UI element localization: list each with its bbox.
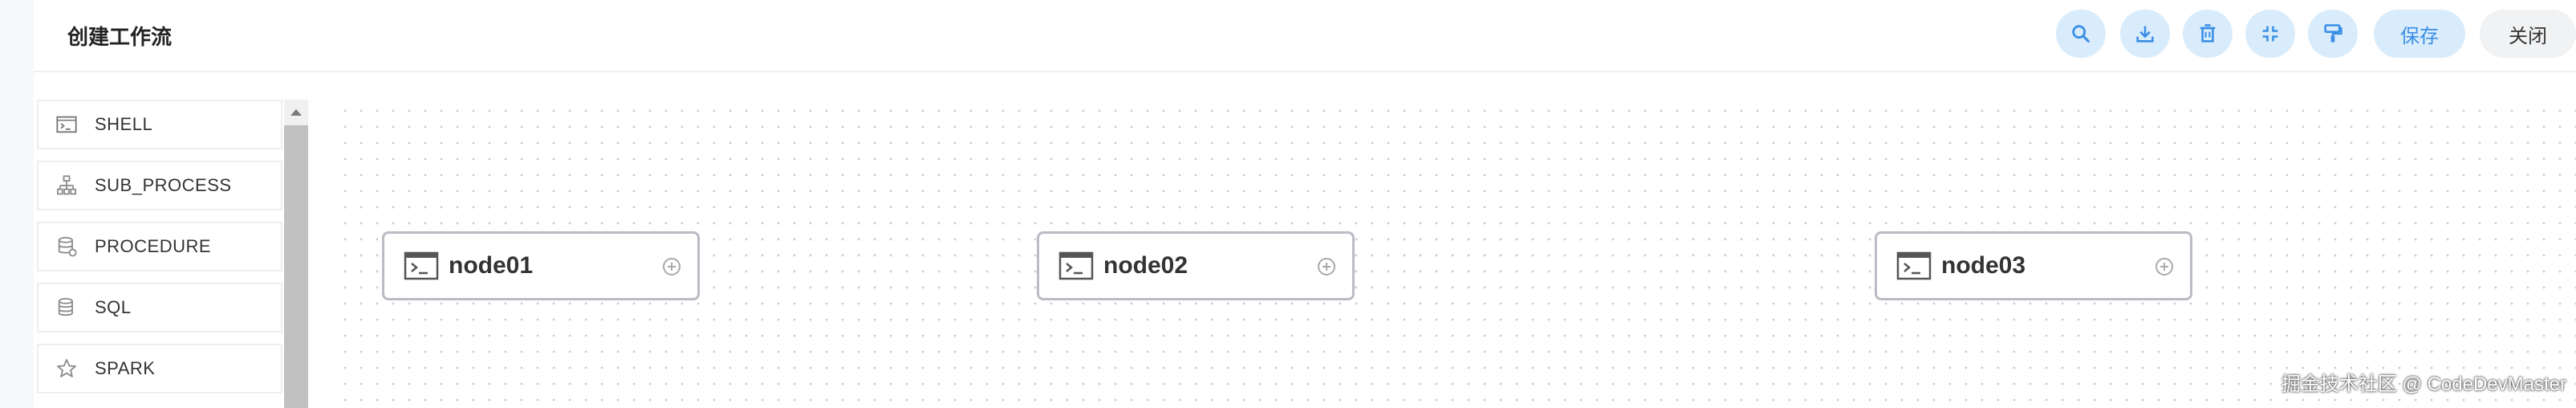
node-label: node03: [1941, 252, 2026, 279]
add-connection-icon[interactable]: [2155, 257, 2174, 276]
fullscreen-button[interactable]: [2245, 10, 2295, 58]
toolbox-item-spark[interactable]: SPARK: [37, 344, 282, 394]
dag-node-node02[interactable]: node02: [1037, 231, 1355, 300]
toolbox-item-label: SHELL: [95, 114, 153, 134]
watermark: 掘金技术社区 @ CodeDevMaster: [2281, 373, 2566, 395]
toolbox-item-sql[interactable]: SQL: [37, 283, 282, 333]
add-connection-icon[interactable]: [662, 257, 681, 276]
task-toolbox: SHELL SUB_PROCESS PROCEDURE SQL SPARK: [37, 100, 284, 408]
database-icon: [55, 296, 79, 320]
terminal-icon: [404, 251, 439, 280]
node-label: node02: [1103, 252, 1188, 279]
terminal-icon: [1058, 251, 1094, 280]
download-icon: [2136, 26, 2154, 43]
page-title: 创建工作流: [67, 25, 173, 49]
scroll-up-button[interactable]: [284, 100, 308, 125]
toolbox-item-shell[interactable]: SHELL: [37, 100, 282, 149]
procedure-icon: [55, 235, 79, 259]
close-button[interactable]: 关闭: [2480, 10, 2576, 58]
download-button[interactable]: [2120, 10, 2170, 58]
subprocess-icon: [55, 173, 79, 198]
format-brush-button[interactable]: [2308, 10, 2358, 58]
toolbox-item-label: SQL: [95, 297, 132, 317]
scrollbar-thumb[interactable]: [284, 125, 308, 408]
delete-button[interactable]: [2183, 10, 2233, 58]
fullscreen-icon: [2262, 26, 2278, 42]
search-icon: [2072, 25, 2090, 43]
toolbox-item-sub-process[interactable]: SUB_PROCESS: [37, 161, 282, 210]
caret-up-icon: [291, 109, 302, 116]
toolbox-item-label: SUB_PROCESS: [95, 175, 232, 195]
dag-node-node01[interactable]: node01: [382, 231, 700, 300]
star-icon: [55, 357, 79, 381]
terminal-icon: [55, 112, 79, 137]
terminal-icon: [1896, 251, 1932, 280]
add-connection-icon[interactable]: [1317, 257, 1336, 276]
delete-icon: [2200, 24, 2216, 43]
save-button[interactable]: 保存: [2374, 10, 2465, 58]
toolbox-item-label: PROCEDURE: [95, 236, 212, 256]
toolbox-item-procedure[interactable]: PROCEDURE: [37, 222, 282, 271]
toolbox-item-label: SPARK: [95, 358, 156, 378]
search-button[interactable]: [2056, 10, 2106, 58]
dag-node-node03[interactable]: node03: [1875, 231, 2192, 300]
node-label: node01: [449, 252, 534, 279]
format-brush-icon: [2324, 24, 2342, 43]
